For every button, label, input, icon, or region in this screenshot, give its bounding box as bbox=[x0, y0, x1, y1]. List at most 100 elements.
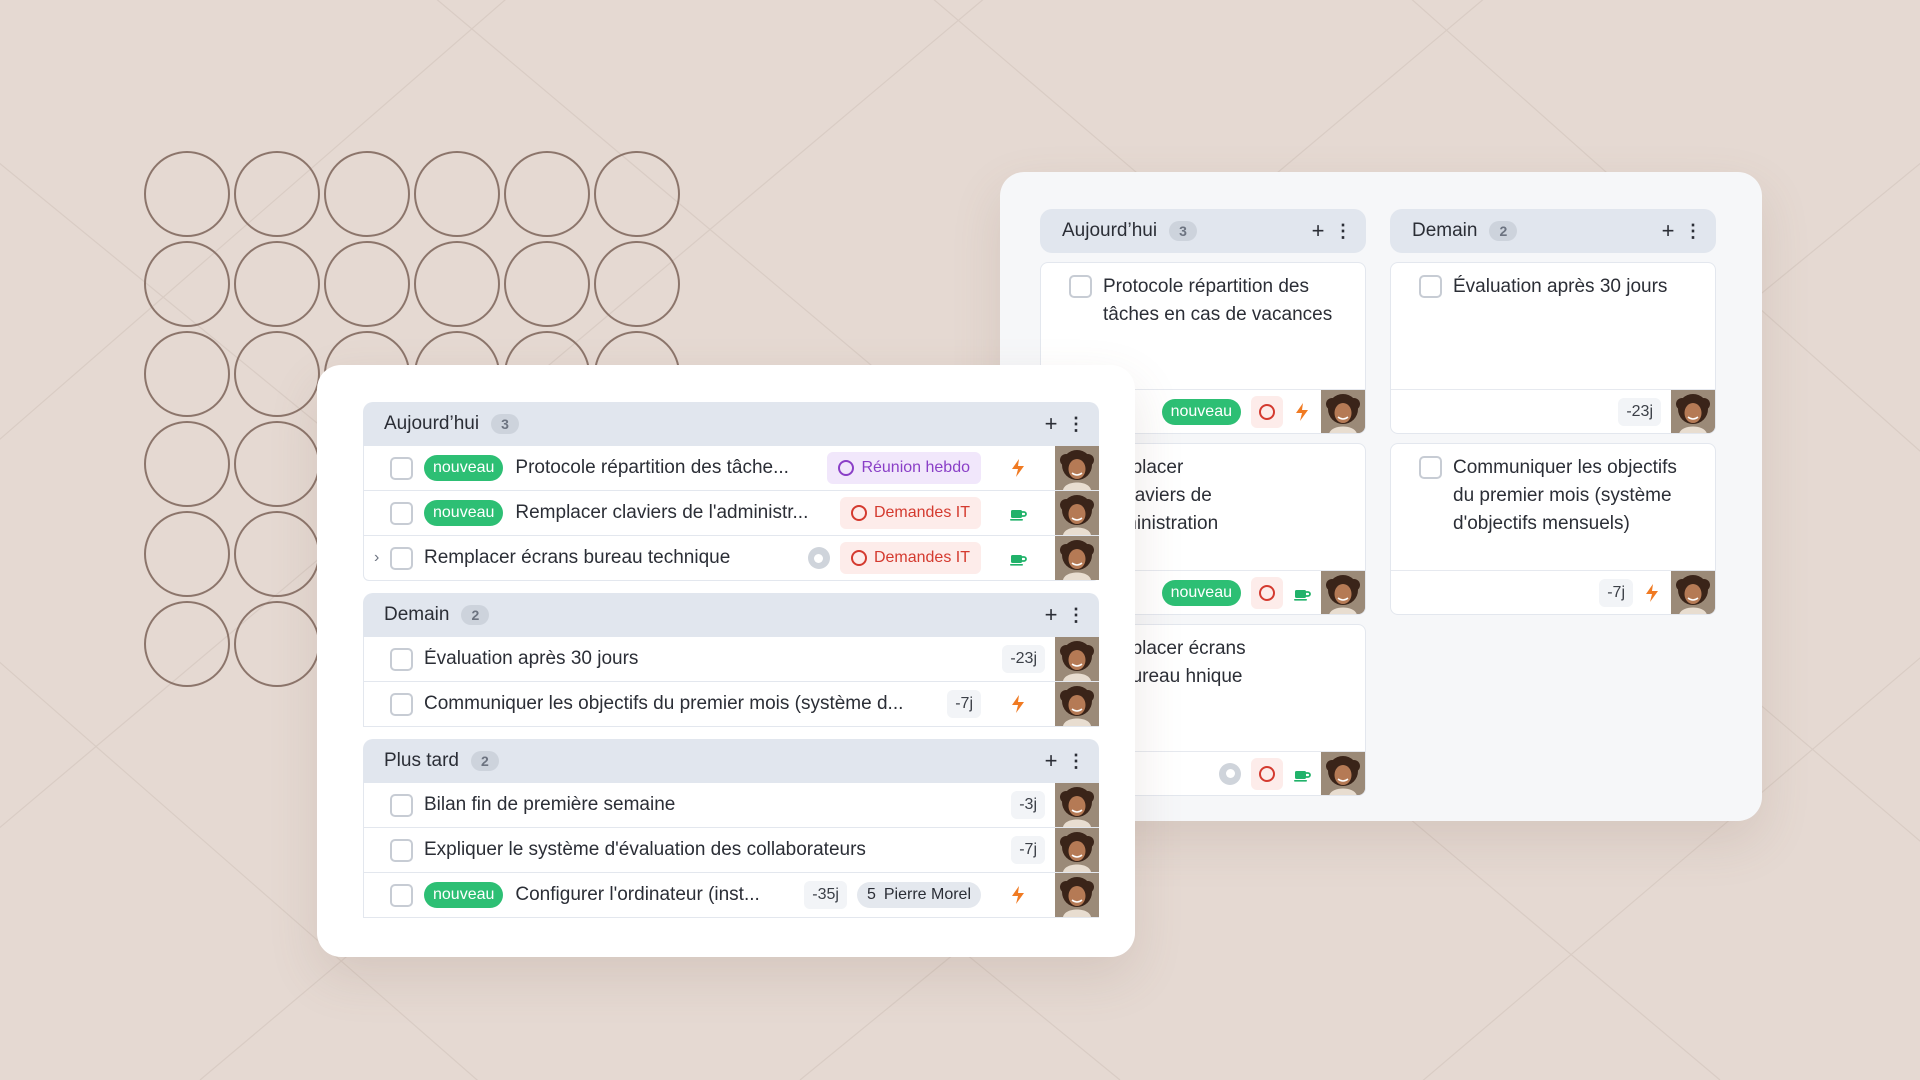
status-dot-icon bbox=[807, 547, 830, 569]
column-title: Aujourd’hui bbox=[1062, 220, 1158, 241]
new-badge: nouveau bbox=[424, 882, 504, 908]
ring-icon bbox=[850, 550, 867, 566]
task-title: Communiquer les objectifs du premier moi… bbox=[424, 693, 904, 714]
assignee-name: Pierre Morel bbox=[883, 886, 971, 903]
chevron-right-icon[interactable]: › bbox=[374, 549, 388, 567]
task-checkbox[interactable] bbox=[1419, 456, 1442, 479]
avatar[interactable] bbox=[1321, 570, 1365, 614]
project-tag-label: Demandes IT bbox=[873, 549, 970, 566]
plus-icon[interactable]: + bbox=[1037, 747, 1065, 775]
task-title: Remplacer écrans bureau technique bbox=[424, 547, 731, 568]
due-days-badge: -35j bbox=[804, 881, 847, 909]
due-days-badge: -7j bbox=[1599, 578, 1633, 607]
plus-icon[interactable]: + bbox=[1037, 410, 1065, 438]
task-card[interactable]: Évaluation après 30 jours -23j bbox=[1390, 262, 1716, 434]
kebab-menu-icon[interactable]: ⋮ bbox=[1065, 601, 1087, 629]
kebab-menu-icon[interactable]: ⋮ bbox=[1332, 217, 1354, 245]
task-card-footer: -7j bbox=[1391, 570, 1715, 614]
avatar[interactable] bbox=[1671, 570, 1715, 614]
task-card-footer: -23j bbox=[1391, 389, 1715, 433]
due-days-badge: -7j bbox=[947, 690, 981, 718]
task-checkbox[interactable] bbox=[390, 883, 413, 907]
task-checkbox[interactable] bbox=[390, 793, 413, 817]
column-header: Aujourd’hui 3 + ⋮ bbox=[1040, 209, 1366, 253]
kebab-menu-icon[interactable]: ⋮ bbox=[1065, 410, 1087, 438]
assignee-count: 5 bbox=[866, 886, 876, 903]
column-title: Demain bbox=[1412, 220, 1478, 241]
lightning-icon bbox=[1293, 402, 1311, 422]
task-title: Évaluation après 30 jours bbox=[424, 648, 639, 669]
task-checkbox[interactable] bbox=[390, 546, 413, 570]
kebab-menu-icon[interactable]: ⋮ bbox=[1065, 747, 1087, 775]
lightning-icon bbox=[1009, 458, 1027, 478]
task-checkbox[interactable] bbox=[1069, 275, 1092, 298]
task-title: Protocole répartition des tâche... bbox=[515, 457, 789, 478]
task-list-panel: Aujourd’hui 3 + ⋮ nouveau Protocole répa… bbox=[317, 365, 1135, 957]
project-tag[interactable]: Demandes IT bbox=[839, 497, 981, 529]
task-title: Bilan fin de première semaine bbox=[424, 794, 676, 815]
avatar[interactable] bbox=[1055, 491, 1099, 535]
kanban-column-tomorrow: Demain 2 + ⋮ Évaluation après 30 jours -… bbox=[1390, 209, 1716, 615]
avatar[interactable] bbox=[1055, 828, 1099, 872]
avatar[interactable] bbox=[1055, 446, 1099, 490]
column-count-badge: 2 bbox=[1489, 221, 1518, 241]
task-checkbox[interactable] bbox=[1419, 275, 1442, 298]
plus-icon[interactable]: + bbox=[1654, 217, 1682, 245]
table-row[interactable]: nouveau Configurer l'ordinateur (inst...… bbox=[363, 873, 1099, 918]
kebab-menu-icon[interactable]: ⋮ bbox=[1682, 217, 1704, 245]
task-checkbox[interactable] bbox=[390, 838, 413, 862]
due-days-badge: -23j bbox=[1002, 645, 1045, 673]
ring-icon bbox=[850, 505, 867, 521]
avatar[interactable] bbox=[1321, 751, 1365, 795]
task-group-tomorrow: Demain 2 + ⋮ Évaluation après 30 jours -… bbox=[363, 593, 1099, 727]
task-title: Protocole répartition des tâches en cas … bbox=[1103, 276, 1333, 325]
avatar[interactable] bbox=[1671, 389, 1715, 433]
column-count-badge: 3 bbox=[1169, 221, 1197, 241]
status-dot-icon bbox=[1219, 762, 1241, 785]
lightning-icon bbox=[1009, 885, 1027, 905]
avatar[interactable] bbox=[1055, 637, 1099, 681]
task-card[interactable]: Communiquer les objectifs du premier moi… bbox=[1390, 443, 1716, 615]
project-tag-label: Réunion hebdo bbox=[861, 459, 970, 476]
group-title: Demain bbox=[384, 604, 450, 625]
due-days-badge: -7j bbox=[1011, 836, 1045, 864]
plus-icon[interactable]: + bbox=[1037, 601, 1065, 629]
task-title: Expliquer le système d'évaluation des co… bbox=[424, 839, 866, 860]
group-title: Aujourd’hui bbox=[384, 413, 480, 434]
avatar[interactable] bbox=[1055, 682, 1099, 726]
group-header: Plus tard 2 + ⋮ bbox=[363, 739, 1099, 783]
table-row[interactable]: Expliquer le système d'évaluation des co… bbox=[363, 828, 1099, 873]
avatar[interactable] bbox=[1055, 783, 1099, 827]
group-count-badge: 2 bbox=[470, 751, 499, 771]
avatar[interactable] bbox=[1055, 536, 1099, 580]
project-tag[interactable]: Demandes IT bbox=[839, 542, 981, 574]
table-row[interactable]: nouveau Protocole répartition des tâche.… bbox=[363, 446, 1099, 491]
task-checkbox[interactable] bbox=[390, 456, 413, 480]
table-row[interactable]: › Remplacer écrans bureau technique Dema… bbox=[363, 536, 1099, 581]
project-tag[interactable]: Réunion hebdo bbox=[827, 452, 981, 484]
table-row[interactable]: Évaluation après 30 jours -23j bbox=[363, 637, 1099, 682]
task-checkbox[interactable] bbox=[390, 692, 413, 716]
group-header: Demain 2 + ⋮ bbox=[363, 593, 1099, 637]
assignee-chip[interactable]: 5 Pierre Morel bbox=[856, 882, 981, 908]
avatar[interactable] bbox=[1055, 873, 1099, 917]
due-days-badge: -23j bbox=[1618, 397, 1661, 426]
group-header: Aujourd’hui 3 + ⋮ bbox=[363, 402, 1099, 446]
avatar[interactable] bbox=[1321, 389, 1365, 433]
group-title: Plus tard bbox=[384, 750, 459, 771]
due-days-badge: -3j bbox=[1011, 791, 1045, 819]
ring-icon bbox=[1251, 757, 1283, 790]
ring-icon bbox=[1251, 576, 1283, 609]
table-row[interactable]: nouveau Remplacer claviers de l'administ… bbox=[363, 491, 1099, 536]
table-row[interactable]: Bilan fin de première semaine -3j bbox=[363, 783, 1099, 828]
plus-icon[interactable]: + bbox=[1304, 217, 1332, 245]
lightning-icon bbox=[1643, 583, 1661, 603]
group-count-badge: 2 bbox=[461, 605, 490, 625]
group-count-badge: 3 bbox=[491, 414, 519, 434]
task-group-later: Plus tard 2 + ⋮ Bilan fin de première se… bbox=[363, 739, 1099, 918]
lightning-icon bbox=[1009, 694, 1027, 714]
table-row[interactable]: Communiquer les objectifs du premier moi… bbox=[363, 682, 1099, 727]
task-checkbox[interactable] bbox=[390, 501, 413, 525]
project-tag-label: Demandes IT bbox=[873, 504, 970, 521]
task-checkbox[interactable] bbox=[390, 647, 413, 671]
